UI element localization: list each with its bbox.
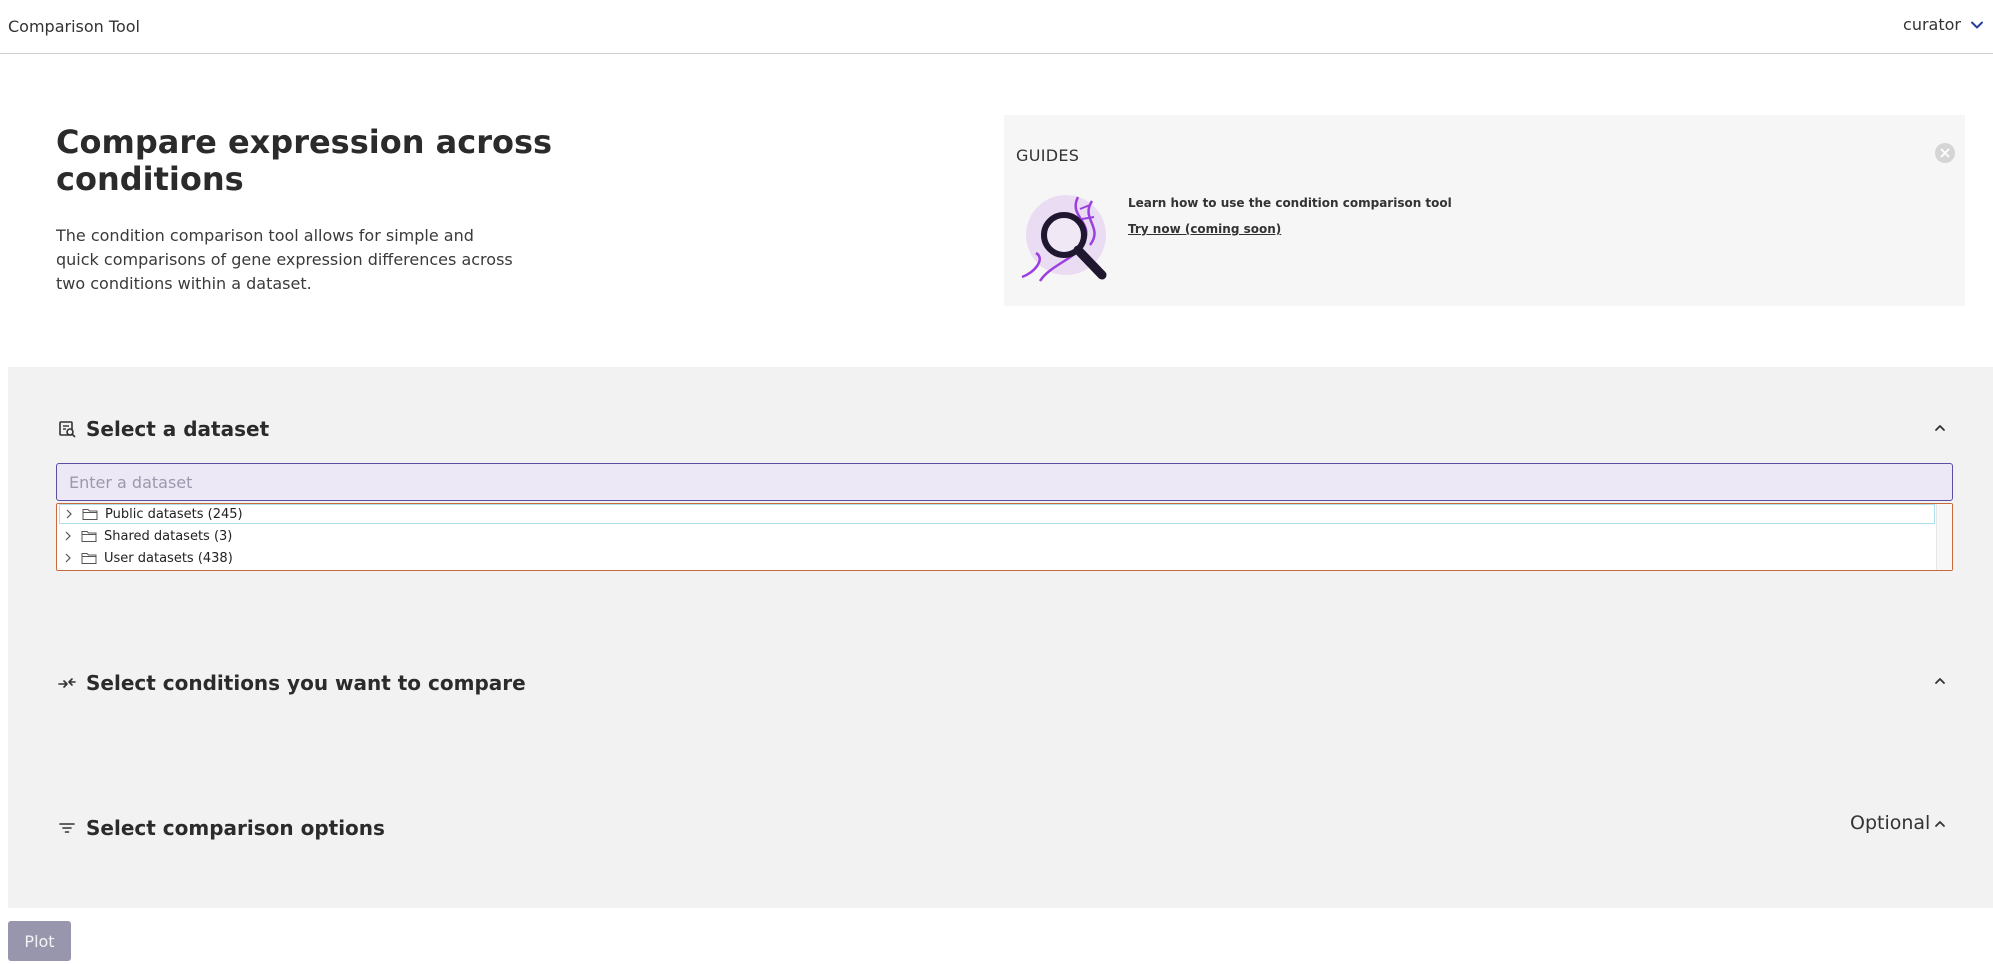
filter-icon bbox=[59, 823, 75, 833]
guides-card: GUIDES Learn how to use the condition co… bbox=[1004, 115, 1965, 306]
chevron-up-icon[interactable] bbox=[1933, 674, 1947, 688]
conditions-section-header[interactable]: Select conditions you want to compare bbox=[58, 671, 526, 695]
tree-scrollbar[interactable] bbox=[1936, 504, 1952, 570]
dna-magnifier-icon bbox=[1021, 195, 1107, 282]
guides-try-link[interactable]: Try now (coming soon) bbox=[1128, 222, 1281, 236]
page-title: Compare expression across conditions bbox=[56, 123, 553, 198]
chevron-right-icon[interactable] bbox=[61, 551, 75, 565]
dataset-search-input[interactable] bbox=[56, 463, 1953, 501]
dataset-section-header[interactable]: Select a dataset bbox=[58, 417, 269, 441]
selection-panel: Select a dataset Public datasets (245) S… bbox=[8, 367, 1993, 908]
folder-icon bbox=[81, 531, 97, 542]
options-section-title: Select comparison options bbox=[86, 816, 385, 840]
tree-node-label[interactable]: Shared datasets (3) bbox=[104, 529, 232, 544]
top-navbar: Comparison Tool curator bbox=[0, 0, 1993, 54]
compare-arrows-icon bbox=[58, 678, 76, 688]
chevron-up-icon[interactable] bbox=[1933, 817, 1947, 831]
tree-node-public-datasets[interactable]: Public datasets (245) bbox=[59, 504, 1935, 524]
tree-node-label[interactable]: User datasets (438) bbox=[104, 551, 233, 566]
folder-icon bbox=[81, 553, 97, 564]
conditions-section-title: Select conditions you want to compare bbox=[86, 671, 526, 695]
tree-node-label[interactable]: Public datasets (245) bbox=[105, 507, 243, 522]
chevron-down-icon[interactable] bbox=[1969, 17, 1985, 33]
optional-label[interactable]: Optional bbox=[1850, 812, 1930, 834]
close-icon[interactable] bbox=[1935, 143, 1955, 163]
chevron-right-icon[interactable] bbox=[62, 507, 76, 521]
folder-icon bbox=[82, 509, 98, 520]
chevron-up-icon[interactable] bbox=[1933, 421, 1947, 435]
options-section-header[interactable]: Select comparison options bbox=[58, 816, 385, 840]
app-title[interactable]: Comparison Tool bbox=[8, 17, 140, 36]
dataset-section-title: Select a dataset bbox=[86, 417, 270, 441]
plot-button[interactable]: Plot bbox=[8, 921, 71, 961]
tree-node-shared-datasets[interactable]: Shared datasets (3) bbox=[59, 526, 232, 546]
guides-text: Learn how to use the condition compariso… bbox=[1128, 196, 1452, 210]
chevron-right-icon[interactable] bbox=[61, 529, 75, 543]
guides-title: GUIDES bbox=[1016, 146, 1080, 165]
user-name[interactable]: curator bbox=[1903, 15, 1961, 34]
page-description: The condition comparison tool allows for… bbox=[56, 226, 513, 293]
user-menu[interactable]: curator bbox=[1903, 15, 1985, 34]
dataset-tree: Public datasets (245) Shared datasets (3… bbox=[56, 503, 1953, 571]
tree-node-user-datasets[interactable]: User datasets (438) bbox=[59, 548, 233, 568]
dataset-search-icon bbox=[59, 421, 76, 438]
